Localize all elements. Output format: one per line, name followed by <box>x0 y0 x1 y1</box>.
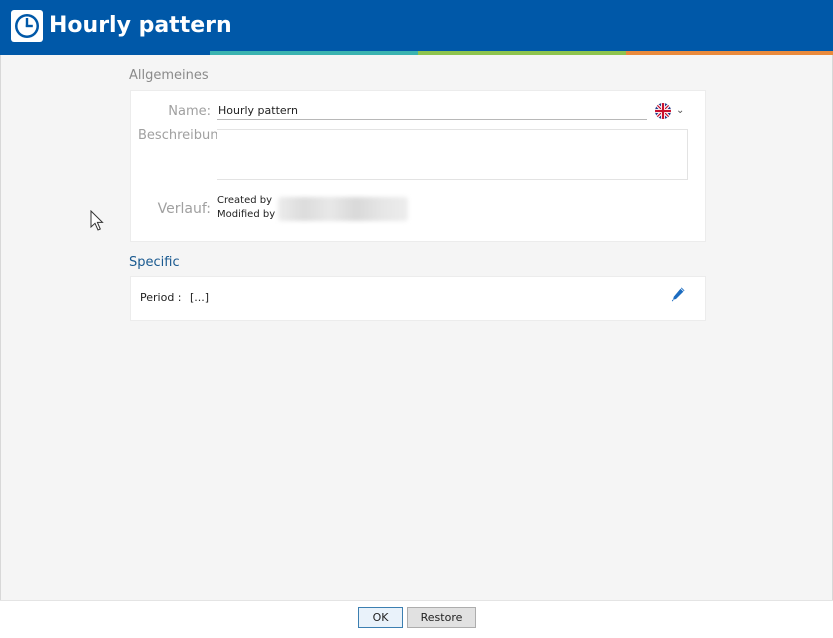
period-value: [...] <box>190 291 210 304</box>
name-label: Name: <box>168 104 211 119</box>
accent-stripe-orange <box>626 51 833 55</box>
name-input[interactable] <box>217 101 647 120</box>
general-card: Name: ⌄ Beschreibung: Verlauf: Created b… <box>130 90 706 242</box>
redacted-user-info <box>278 197 408 221</box>
pencil-icon[interactable] <box>669 285 687 303</box>
ok-button[interactable]: OK <box>358 607 403 628</box>
period-label: Period : <box>140 291 182 304</box>
language-selector[interactable]: ⌄ <box>655 102 687 120</box>
specific-card: Period : [...] <box>130 276 706 321</box>
general-section-title: Allgemeines <box>129 68 209 83</box>
accent-stripe-teal <box>210 51 418 55</box>
mouse-cursor-icon <box>90 210 104 231</box>
created-by-label: Created by <box>217 195 273 206</box>
chevron-down-icon: ⌄ <box>676 105 685 116</box>
dialog-footer: OK Restore <box>0 600 833 638</box>
page-title: Hourly pattern <box>49 13 232 38</box>
specific-section-title: Specific <box>129 255 180 270</box>
accent-stripe-blue <box>0 51 210 55</box>
history-label: Verlauf: <box>157 201 211 217</box>
description-input[interactable] <box>217 129 688 180</box>
history-lines: Created by Modified by <box>217 194 275 222</box>
modified-by-label: Modified by <box>217 209 276 220</box>
title-bar: Hourly pattern <box>0 0 833 51</box>
restore-button[interactable]: Restore <box>407 607 476 628</box>
clock-icon <box>11 10 43 42</box>
uk-flag-icon <box>655 103 671 119</box>
window-border-left <box>0 55 1 600</box>
accent-stripe-green <box>418 51 626 55</box>
